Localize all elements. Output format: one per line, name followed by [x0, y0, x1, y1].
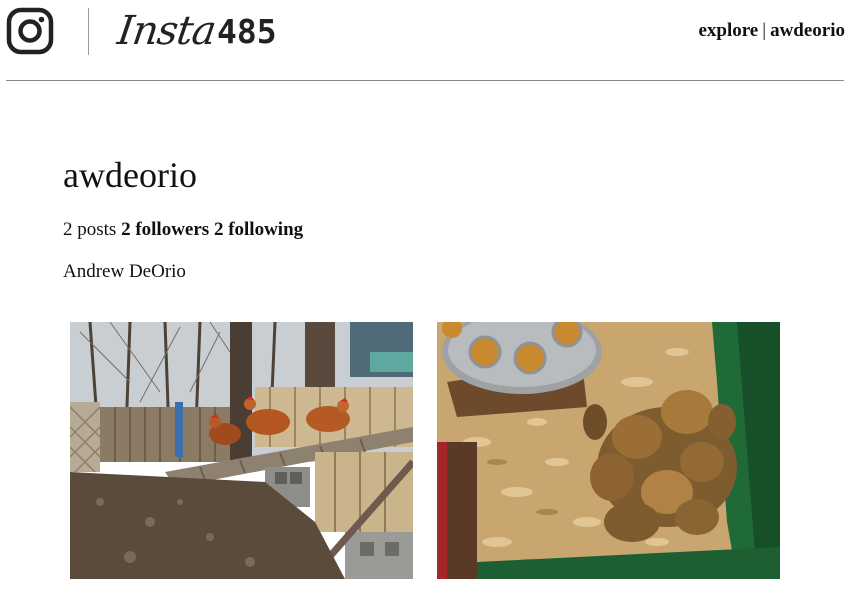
post-thumbnail-2[interactable]: [437, 322, 780, 579]
followers-link[interactable]: 2 followers: [121, 219, 209, 240]
following-link[interactable]: 2 following: [214, 219, 303, 240]
nav-separator: |: [762, 20, 767, 41]
chickens-in-yard-photo-icon: [70, 322, 413, 579]
baby-chicks-in-bin-photo-icon: [437, 322, 780, 579]
page: Insta 485 explore | awdeorio awdeorio 2 po…: [0, 0, 867, 594]
header: Insta 485 explore | awdeorio: [0, 0, 867, 82]
header-divider: [88, 8, 89, 55]
brand-script-text: Insta: [114, 8, 219, 54]
post-thumbnail-1[interactable]: [70, 322, 413, 579]
instagram-logo-icon[interactable]: [6, 7, 54, 55]
top-nav: explore | awdeorio: [698, 20, 845, 42]
brand-number-text: 485: [217, 11, 277, 51]
header-rule: [6, 80, 844, 81]
posts-count: 2 posts: [63, 219, 117, 240]
user-profile-link[interactable]: awdeorio: [770, 20, 845, 41]
profile-full-name: Andrew DeOrio: [63, 261, 186, 282]
profile-stats: 2 posts 2 followers 2 following: [63, 219, 303, 242]
brand-logo-link[interactable]: Insta 485: [114, 6, 277, 56]
explore-link[interactable]: explore: [698, 20, 758, 41]
profile-username: awdeorio: [63, 155, 197, 195]
